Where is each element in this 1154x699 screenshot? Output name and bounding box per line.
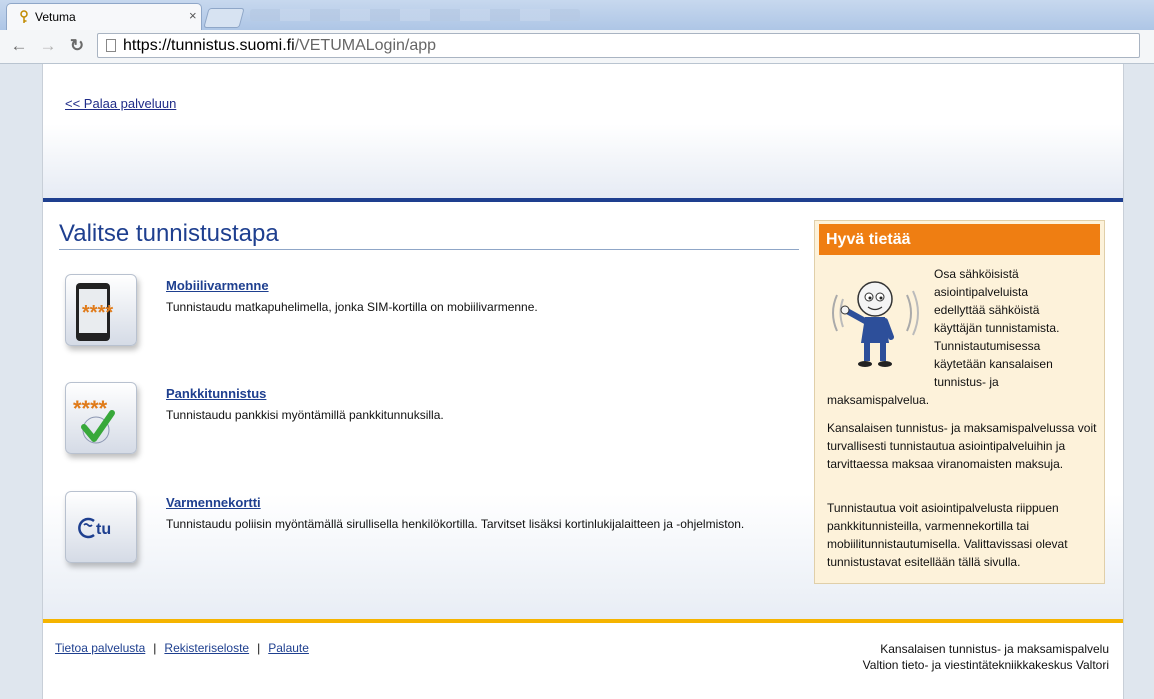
info-p1-line: Osa sähköisistä (934, 267, 1019, 281)
tab-title: Vetuma (35, 10, 76, 24)
browser-tab[interactable]: Vetuma × (6, 3, 202, 30)
method-card: tu Varmennekortti Tunnistaudu poliisin m… (65, 491, 765, 581)
info-p1-line: edellyttää sähköistä (934, 303, 1040, 317)
info-p1-last: maksamispalvelua. (827, 393, 930, 407)
footer-agency-name: Valtion tieto- ja viestintätekniikkakesk… (862, 658, 1109, 672)
method-mobile-link[interactable]: Mobiilivarmenne (166, 278, 269, 293)
method-card-link[interactable]: Varmennekortti (166, 495, 261, 510)
footer-link-register[interactable]: Rekisteriseloste (164, 641, 249, 655)
info-p1-line: käyttäjän tunnistamista. (934, 321, 1060, 335)
info-box: Hyvä tietää Osa sähköisistä asiointipalv… (814, 220, 1105, 584)
footer-separator: | (153, 641, 157, 655)
info-p1-line: asiointipalveluista (934, 285, 1029, 299)
method-bank: **** Pankkitunnistus Tunnistaudu pankkis… (65, 382, 765, 472)
tab-close-icon[interactable]: × (189, 8, 197, 23)
blurred-bookmarks (250, 9, 580, 21)
info-p1-line: Tunnistautumisessa (934, 339, 1041, 353)
url-path: /VETUMALogin/app (294, 37, 437, 54)
mobile-phone-icon[interactable]: **** (65, 274, 137, 346)
mobile-stars: **** (82, 302, 113, 324)
footer-link-about[interactable]: Tietoa palvelusta (55, 641, 145, 655)
bank-graphic: **** (73, 396, 115, 444)
page-footer: Tietoa palvelusta | Rekisteriseloste | Palau… (43, 623, 1123, 699)
bank-checkmark-icon[interactable]: **** (65, 382, 137, 454)
method-mobile-description: Tunnistaudu matkapuhelimella, jonka SIM-… (166, 300, 538, 314)
method-card-description: Tunnistaudu poliisin myöntämällä sirulli… (166, 517, 745, 531)
info-paragraph-1-lines: Osa sähköisistä asiointipalveluista edel… (934, 265, 1094, 391)
mobile-phone-graphic: **** (76, 283, 113, 341)
method-mobile: **** Mobiilivarmenne Tunnistaudu matkapu… (65, 274, 765, 364)
info-paragraph-2: Kansalaisen tunnistus- ja maksamispalvel… (827, 421, 1097, 471)
tu-logo-text: tu (96, 521, 111, 538)
main-content: Valitse tunnistustapa **** Mobiilivarmen… (43, 202, 1123, 619)
back-to-service-link[interactable]: << Palaa palveluun (65, 96, 176, 111)
footer-separator: | (257, 641, 261, 655)
footer-link-feedback[interactable]: Palaute (268, 641, 309, 655)
info-paragraph-3: Tunnistautua voit asiointipalvelusta rii… (827, 501, 1068, 569)
key-favicon-icon (20, 10, 28, 23)
footer-links: Tietoa palvelusta | Rekisteriseloste | Palau… (55, 641, 309, 655)
forward-arrow-icon[interactable]: → (38, 36, 58, 56)
waving-figure-icon (832, 281, 919, 367)
info-p1-line: tunnistus- ja (934, 375, 999, 389)
tu-logo-graphic: tu (78, 517, 111, 539)
info-p1-line: käytetään kansalaisen (934, 357, 1053, 371)
bank-stars: **** (73, 396, 108, 421)
new-tab-button[interactable] (203, 8, 245, 28)
address-bar[interactable]: https://tunnistus.suomi.fi/VETUMALogin/a… (97, 33, 1140, 58)
page-header: << Palaa palveluun (43, 64, 1123, 198)
url-host: https://tunnistus.suomi.fi (123, 37, 295, 54)
footer-organization: Kansalaisen tunnistus- ja maksamispalvel… (863, 641, 1109, 673)
back-arrow-icon[interactable]: ← (9, 36, 29, 56)
method-bank-description: Tunnistaudu pankkisi myöntämillä pankkit… (166, 408, 444, 422)
page-title: Valitse tunnistustapa (59, 220, 279, 247)
footer-service-name: Kansalaisen tunnistus- ja maksamispalvel… (880, 642, 1109, 656)
page-icon (106, 39, 116, 52)
title-underline (59, 249, 799, 250)
method-bank-link[interactable]: Pankkitunnistus (166, 386, 266, 401)
reload-icon[interactable]: ↻ (67, 36, 87, 56)
page: << Palaa palveluun Valitse tunnistustapa… (42, 64, 1124, 699)
url-text: https://tunnistus.suomi.fi/VETUMALogin/a… (123, 37, 436, 55)
id-card-tu-icon[interactable]: tu (65, 491, 137, 563)
browser-toolbar: ← → ↻ https://tunnistus.suomi.fi/VETUMAL… (0, 30, 1154, 64)
browser-tabstrip: Vetuma × (0, 0, 1154, 30)
info-box-title: Hyvä tietää (819, 224, 1100, 255)
